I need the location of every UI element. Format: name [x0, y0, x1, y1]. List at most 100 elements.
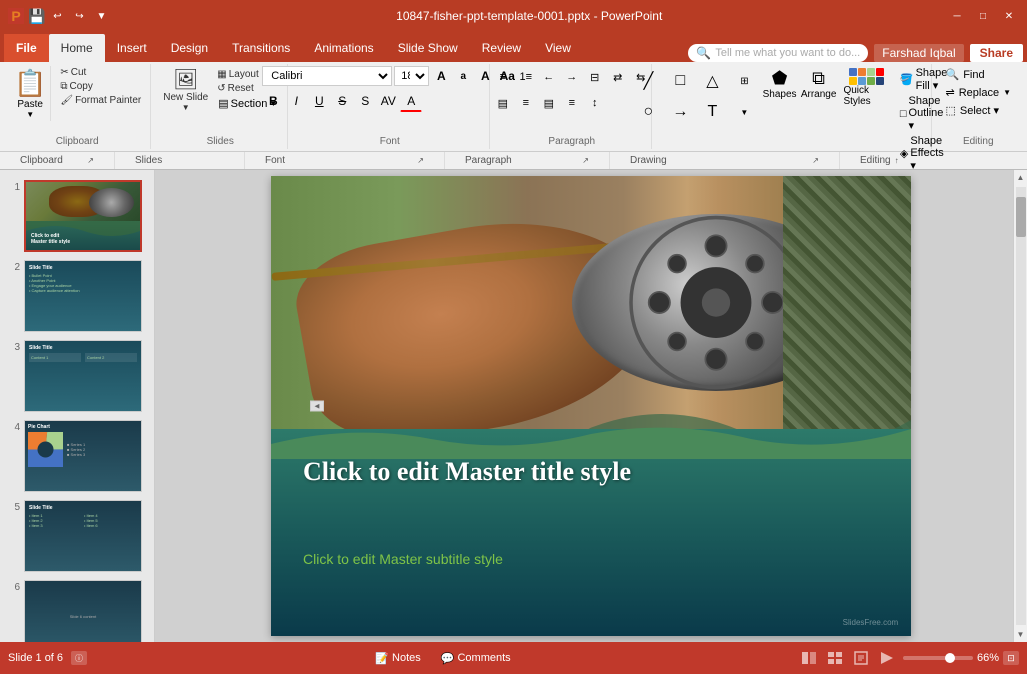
slide-thumb-4[interactable]: 4 Pie Chart ■ Series 1 ■ Series 2: [4, 418, 150, 494]
editing-label: Editing: [963, 134, 994, 147]
font-color-button[interactable]: A: [400, 90, 422, 112]
bottom-wave-svg: [271, 419, 911, 459]
slide-thumb-1[interactable]: 1 Click to editMaster title style: [4, 178, 150, 254]
slide-thumb-5[interactable]: 5 Slide Title • Item 1 • Item 2 • Item 3…: [4, 498, 150, 574]
cut-button[interactable]: ✂ Cut: [57, 66, 144, 79]
slide-image-3[interactable]: Slide Title Content 1 Content 2: [24, 340, 142, 412]
replace-dropdown[interactable]: ▼: [1003, 88, 1011, 97]
maximize-button[interactable]: □: [973, 6, 993, 26]
font-shrink-button[interactable]: a: [453, 66, 473, 86]
select-button[interactable]: ⬚ Select ▾: [940, 102, 1018, 119]
font-grow-button[interactable]: A: [431, 66, 451, 86]
slide-thumb-6[interactable]: 6 Slide 6 content: [4, 578, 150, 642]
slide-image-6[interactable]: Slide 6 content: [24, 580, 142, 642]
save-button[interactable]: 💾: [28, 8, 45, 25]
new-slide-dropdown[interactable]: ▼: [182, 103, 190, 112]
paragraph-expand-icon[interactable]: ↗: [582, 156, 589, 165]
tab-slideshow[interactable]: Slide Show: [386, 34, 470, 62]
shape-ellipse-button[interactable]: ○: [633, 97, 663, 127]
tab-review[interactable]: Review: [470, 34, 533, 62]
decrease-indent-button[interactable]: ←: [538, 66, 560, 88]
shapes-button[interactable]: ⬟ Shapes: [761, 66, 797, 102]
shape-line-button[interactable]: ╱: [633, 66, 663, 96]
customize-button[interactable]: ▼: [91, 6, 111, 26]
slide-image-5[interactable]: Slide Title • Item 1 • Item 2 • Item 3 •…: [24, 500, 142, 572]
font-name-row: Calibri 18 A a A Aa: [262, 66, 517, 86]
comments-button[interactable]: 💬 Comments: [437, 650, 515, 667]
font-expand-icon[interactable]: ↗: [417, 156, 424, 165]
undo-button[interactable]: ↩: [47, 6, 67, 26]
font-size-select[interactable]: 18: [394, 66, 429, 86]
scroll-up-button[interactable]: ▲: [1014, 170, 1027, 185]
shape-triangle-button[interactable]: △: [697, 66, 727, 96]
copy-button[interactable]: ⧉ Copy: [57, 80, 144, 93]
slide-thumb-3[interactable]: 3 Slide Title Content 1 Content 2: [4, 338, 150, 414]
quick-styles-button[interactable]: Quick Styles: [839, 66, 893, 109]
align-right-button[interactable]: ▤: [538, 92, 560, 114]
slide-image-2[interactable]: Slide Title • Bullet Point • Another Poi…: [24, 260, 142, 332]
tab-design[interactable]: Design: [159, 34, 220, 62]
shadow-button[interactable]: S: [354, 90, 376, 112]
drawing-expand-icon[interactable]: ↗: [812, 156, 819, 165]
slide-image-4[interactable]: Pie Chart ■ Series 1 ■ Series 2 ■ Series…: [24, 420, 142, 492]
underline-button[interactable]: U: [308, 90, 330, 112]
char-spacing-button[interactable]: AV: [377, 90, 399, 112]
justify-button[interactable]: ≡: [561, 92, 583, 114]
panel-collapse-button[interactable]: ◄: [310, 401, 324, 412]
editing-expand-icon[interactable]: ↑: [895, 156, 899, 165]
fit-slide-button[interactable]: ⊡: [1003, 651, 1019, 665]
close-button[interactable]: ✕: [999, 6, 1019, 26]
zoom-slider-thumb[interactable]: [945, 653, 955, 663]
shape-rect-button[interactable]: □: [665, 66, 695, 96]
fit-icon: ⊡: [1007, 653, 1015, 664]
replace-button[interactable]: ⇌ Replace ▼: [940, 84, 1018, 101]
tab-view[interactable]: View: [533, 34, 583, 62]
normal-view-button[interactable]: [799, 649, 819, 667]
paste-button[interactable]: 📋 Paste ▼: [10, 66, 51, 121]
columns-button[interactable]: ⊟: [584, 66, 606, 88]
redo-button[interactable]: ↪: [69, 6, 89, 26]
clipboard-expand-icon[interactable]: ↗: [87, 156, 94, 165]
align-left-button[interactable]: ▤: [492, 92, 514, 114]
slide-info-icon[interactable]: ⓘ: [71, 651, 87, 665]
bold-button[interactable]: B: [262, 90, 284, 112]
tab-insert[interactable]: Insert: [105, 34, 159, 62]
vertical-scrollbar[interactable]: ▲ ▼: [1013, 170, 1027, 642]
align-center-button[interactable]: ≡: [515, 92, 537, 114]
scroll-down-button[interactable]: ▼: [1014, 627, 1027, 642]
shapes-more-button[interactable]: ⊞: [729, 66, 759, 96]
tab-transitions[interactable]: Transitions: [220, 34, 302, 62]
scroll-thumb[interactable]: [1016, 197, 1026, 237]
shape-textbox-button[interactable]: T: [697, 97, 727, 127]
numbering-button[interactable]: 1≡: [515, 66, 537, 88]
tab-home[interactable]: Home: [49, 34, 105, 62]
slide-panel[interactable]: 1 Click to editMaster title style 2: [0, 170, 155, 642]
tab-animations[interactable]: Animations: [302, 34, 385, 62]
user-button[interactable]: Farshad Iqbal: [874, 44, 963, 62]
find-button[interactable]: 🔍 Find: [940, 66, 1018, 83]
strikethrough-button[interactable]: S: [331, 90, 353, 112]
text-direction-button[interactable]: ⇄: [607, 66, 629, 88]
shape-arrow-button[interactable]: →: [665, 97, 695, 127]
zoom-slider[interactable]: [903, 656, 973, 660]
format-painter-button[interactable]: 🖌 Format Painter: [57, 94, 144, 107]
notes-button[interactable]: 📝 Notes: [371, 650, 424, 667]
slide-image-1[interactable]: Click to editMaster title style: [24, 180, 142, 252]
line-spacing-button[interactable]: ↕: [584, 92, 606, 114]
italic-button[interactable]: I: [285, 90, 307, 112]
slideshow-view-button[interactable]: [877, 649, 897, 667]
shapes-expand-button[interactable]: ▼: [729, 97, 759, 127]
arrange-button[interactable]: ⧉ Arrange: [800, 66, 838, 102]
slide-thumb-2[interactable]: 2 Slide Title • Bullet Point • Another P…: [4, 258, 150, 334]
minimize-button[interactable]: ─: [947, 6, 967, 26]
bullets-button[interactable]: ≡: [492, 66, 514, 88]
paste-dropdown-icon[interactable]: ▼: [26, 110, 34, 119]
share-button[interactable]: Share: [970, 44, 1023, 62]
font-name-select[interactable]: Calibri: [262, 66, 392, 86]
slide-sorter-button[interactable]: [825, 649, 845, 667]
increase-indent-button[interactable]: →: [561, 66, 583, 88]
tell-me-container[interactable]: 🔍 Tell me what you want to do...: [688, 44, 868, 62]
reading-view-button[interactable]: [851, 649, 871, 667]
new-slide-button[interactable]: 🖼 New Slide ▼: [159, 66, 212, 114]
tab-file[interactable]: File: [4, 34, 49, 62]
